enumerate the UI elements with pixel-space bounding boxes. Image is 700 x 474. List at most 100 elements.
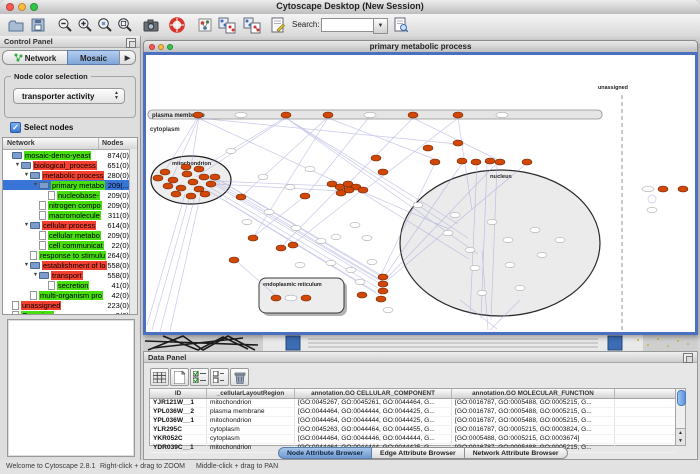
tree-row-label: unassigned	[21, 301, 61, 310]
tree-row-label: establishment of lo	[42, 261, 107, 270]
tree-expander-icon[interactable]: ▼	[23, 222, 30, 228]
column-header-cellularlayoutregion[interactable]: _cellularLayoutRegion	[207, 389, 295, 398]
zoom-out-icon[interactable]	[56, 16, 74, 34]
data-panel-header[interactable]: Data Panel	[144, 352, 697, 363]
search-input[interactable]	[321, 18, 377, 32]
table-cell: YPL036W__1	[150, 417, 207, 425]
tab-mosaic[interactable]: Mosaic	[67, 50, 120, 65]
network-window-titlebar[interactable]: primary metabolic process	[143, 40, 698, 52]
tree-row-node-count: 874(0)	[107, 151, 129, 160]
attribute-table-icon[interactable]	[150, 368, 169, 386]
tree-row-label: Overview	[21, 311, 54, 316]
scrollbar-arrows[interactable]: ▲▼	[676, 428, 685, 445]
column-header-id[interactable]: ID	[150, 389, 207, 398]
tree-expander-icon[interactable]: ▼	[32, 182, 39, 188]
zoom-in-icon[interactable]	[76, 16, 94, 34]
file-icon	[30, 251, 37, 260]
birdseye-view-panel[interactable]	[7, 319, 135, 457]
tree-row-secretion[interactable]: ▼secretion41(0)	[3, 280, 137, 290]
tree-row-nucleobase[interactable]: ▼nucleobase-209(0)	[3, 190, 137, 200]
snapshot-icon[interactable]	[142, 16, 160, 34]
tree-row-transport[interactable]: ▼transport558(0)	[3, 270, 137, 280]
annotation-icon[interactable]	[269, 16, 287, 34]
tree-row-metabolic-process[interactable]: ▼metabolic process280(0)	[3, 170, 137, 180]
tree-row-label: response to stimulu	[39, 251, 106, 260]
tree-row-cellular-process[interactable]: ▼cellular process614(0)	[3, 220, 137, 230]
table-cell: YJR121W__1	[150, 399, 207, 407]
attribute-table-header[interactable]: ID_cellularLayoutRegionannotation.GO CEL…	[150, 389, 675, 399]
tab-network-attribute-browser[interactable]: Network Attribute Browser	[465, 447, 568, 459]
network-graph[interactable]: plasma membrane cytoplasm mitochondrion …	[146, 55, 695, 332]
network-canvas[interactable]: plasma membrane cytoplasm mitochondrion …	[143, 52, 698, 335]
table-scrollbar[interactable]: ▲▼	[675, 388, 686, 446]
open-session-button[interactable]	[7, 16, 25, 34]
tree-row-mosaic-demo-yeast[interactable]: ▼mosaic-demo-yeast874(0)	[3, 150, 137, 160]
help-icon[interactable]	[168, 16, 186, 34]
tree-row-node-count: 280(0)	[107, 171, 129, 180]
tree-row-nitrogen-compo[interactable]: ▼nitrogen compo209(0)	[3, 200, 137, 210]
select-nodes-checkbox[interactable]: ✓	[10, 122, 21, 133]
tree-row-node-count: 311(0)	[108, 211, 129, 220]
network-view-window[interactable]: primary metabolic process plasma membran…	[143, 40, 698, 335]
column-header-annotation-go-cellular-component[interactable]: annotation.GO CELLULAR_COMPONENT	[295, 389, 452, 398]
delete-attribute-icon[interactable]	[230, 368, 249, 386]
search-dropdown-button[interactable]: ▼	[373, 18, 388, 34]
tree-row-node-count: 8(0)	[116, 311, 129, 316]
tree-scrollbar[interactable]	[129, 149, 137, 314]
float-panel-icon[interactable]	[126, 38, 136, 48]
table-row-ypl036w-2[interactable]: YPL036W__2plasma membrane[GO:0044464, GO…	[150, 408, 675, 417]
float-data-panel-icon[interactable]	[683, 353, 693, 363]
tree-expander-icon[interactable]: ▼	[14, 162, 21, 168]
titlebar[interactable]: Cytoscape Desktop (New Session)	[0, 0, 700, 15]
select-attributes-icon[interactable]	[190, 368, 209, 386]
zoom-fit-icon[interactable]	[116, 16, 134, 34]
enhanced-search-icon[interactable]	[392, 16, 410, 34]
tree-row-node-count: 209(...	[108, 181, 129, 190]
copy-network-icon[interactable]	[218, 16, 236, 34]
network-tree-header[interactable]: Network Nodes	[3, 138, 137, 150]
tab-node-attribute-browser[interactable]: Node Attribute Browser	[278, 447, 372, 459]
table-row-yjr121w-1[interactable]: YJR121W__1mitochondrion[GO:0045267, GO:0…	[150, 399, 675, 408]
tree-row-response-to-stimulu[interactable]: ▼response to stimulu264(0)	[3, 250, 137, 260]
tree-expander-icon[interactable]: ▼	[32, 272, 39, 278]
table-row-ykr052c[interactable]: YKR052Ccytoplasm[GO:0044464, GO:0044446,…	[150, 435, 675, 444]
tree-row-overview[interactable]: ▼Overview8(0)	[3, 310, 137, 315]
unselect-attributes-icon[interactable]	[210, 368, 229, 386]
tree-row-primary-metabo[interactable]: ▼primary metabo209(...	[3, 180, 137, 190]
network-tree-body: ▼mosaic-demo-yeast874(0)▼biological_proc…	[3, 150, 137, 315]
tree-row-label: cellular process	[42, 221, 96, 230]
tree-row-macromolecule[interactable]: ▼macromolecule311(0)	[3, 210, 137, 220]
table-row-ypl036w-1[interactable]: YPL036W__1mitochondrion[GO:0044464, GO:0…	[150, 417, 675, 426]
zoom-selected-icon[interactable]	[96, 16, 114, 34]
tab-overflow-button[interactable]: ▶	[119, 50, 136, 65]
tree-row-biological-process[interactable]: ▼biological_process651(0)	[3, 160, 137, 170]
tree-row-multi-organism-pro[interactable]: ▼multi-organism pro42(0)	[3, 290, 137, 300]
tab-network[interactable]: Network	[2, 50, 68, 65]
save-session-button[interactable]	[29, 16, 47, 34]
nucleus-region[interactable]	[400, 170, 600, 316]
tree-row-cellular-metabo[interactable]: ▼cellular metabo209(0)	[3, 230, 137, 240]
tree-row-establishment-of-lo[interactable]: ▼establishment of lo558(0)	[3, 260, 137, 270]
tab-edge-attribute-browser[interactable]: Edge Attribute Browser	[372, 447, 465, 459]
node-color-dropdown[interactable]: transporter activity ▲▼	[13, 88, 125, 104]
paste-network-icon[interactable]	[243, 16, 261, 34]
attribute-table[interactable]: ID_cellularLayoutRegionannotation.GO CEL…	[149, 388, 676, 446]
tree-expander-icon[interactable]: ▼	[23, 262, 30, 268]
tree-row-label: cell communicat	[48, 241, 104, 250]
create-attribute-icon[interactable]	[170, 368, 189, 386]
tree-expander-icon[interactable]: ▼	[23, 172, 30, 178]
table-cell: YLR295C	[150, 426, 207, 434]
table-row-ylr295c[interactable]: YLR295Ccytoplasm[GO:0045263, GO:0044464,…	[150, 426, 675, 435]
table-scrollbar-thumb[interactable]	[677, 390, 686, 406]
tree-row-unassigned[interactable]: ▼unassigned223(0)	[3, 300, 137, 310]
tree-column-nodes: Nodes	[102, 138, 123, 149]
vizmapper-icon[interactable]	[196, 16, 214, 34]
select-nodes-label: Select nodes	[24, 123, 73, 132]
tree-row-label: transport	[51, 271, 83, 280]
tree-row-cell-communicat[interactable]: ▼cell communicat22(0)	[3, 240, 137, 250]
column-header-annotation-go-molecular-function[interactable]: annotation.GO MOLECULAR_FUNCTION	[452, 389, 615, 398]
file-icon	[12, 311, 19, 316]
data-panel-title: Data Panel	[148, 353, 186, 362]
control-panel-header[interactable]: Control Panel	[0, 36, 140, 48]
table-cell: [GO:0016787, GO:0005488, GO:0005215, G..…	[452, 399, 615, 407]
